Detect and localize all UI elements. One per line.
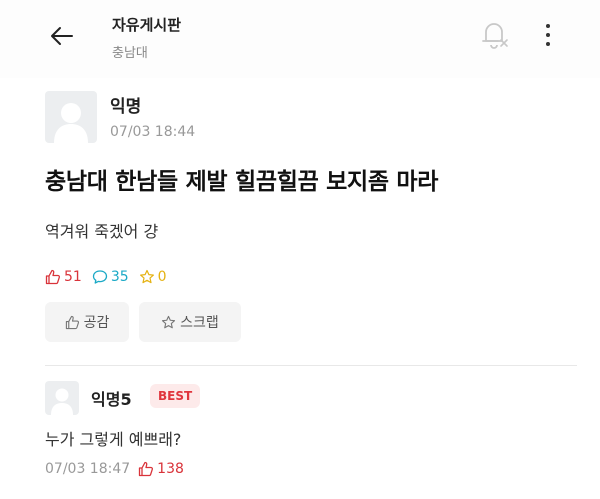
author-avatar xyxy=(45,91,97,143)
post-title: 충남대 한남들 제발 힐끔힐끔 보지좀 마라 xyxy=(45,169,439,195)
comment-meta: 07/03 18:47 138 xyxy=(45,458,184,480)
post-author: 익명 xyxy=(110,97,142,117)
app-header: 자유게시판 충남대 xyxy=(0,0,600,78)
post-body: 역겨워 죽겠어 걍 xyxy=(45,222,159,241)
scrap-button[interactable]: 스크랩 xyxy=(139,302,241,342)
post-timestamp: 07/03 18:44 xyxy=(110,124,196,140)
star-icon xyxy=(139,269,154,284)
board-school: 충남대 xyxy=(112,46,148,61)
comment-like-count: 138 xyxy=(138,461,184,477)
post-stats: 51 35 0 xyxy=(45,266,177,288)
star-icon xyxy=(162,315,176,328)
comment-timestamp: 07/03 18:47 xyxy=(45,461,131,477)
default-profile-icon xyxy=(51,388,73,415)
comment-author-avatar xyxy=(45,381,79,415)
like-count: 51 xyxy=(45,269,82,285)
notification-button[interactable] xyxy=(478,18,510,52)
back-button[interactable] xyxy=(44,22,80,50)
arrow-left-icon xyxy=(51,27,73,45)
bell-off-icon xyxy=(482,23,508,49)
thumbs-up-icon xyxy=(139,461,154,477)
speech-bubble-icon xyxy=(92,270,107,284)
like-count-value: 51 xyxy=(64,269,82,285)
section-divider xyxy=(45,365,577,366)
comment-author: 익명5 xyxy=(91,390,132,409)
default-profile-icon xyxy=(54,103,88,143)
board-title: 자유게시판 xyxy=(112,16,182,34)
thumbs-up-icon xyxy=(65,315,79,329)
like-button-label: 공감 xyxy=(83,315,110,331)
scrap-count: 0 xyxy=(139,269,167,285)
comment-count-value: 35 xyxy=(110,269,129,285)
scrap-button-label: 스크랩 xyxy=(180,315,219,331)
more-vertical-icon xyxy=(546,24,550,46)
thumbs-up-icon xyxy=(45,269,61,285)
like-button[interactable]: 공감 xyxy=(45,302,129,342)
more-button[interactable] xyxy=(536,20,560,50)
comment-like-value: 138 xyxy=(157,461,184,477)
scrap-count-value: 0 xyxy=(157,269,167,285)
best-badge: BEST xyxy=(150,384,201,408)
comment-count: 35 xyxy=(92,269,129,285)
comment-text: 누가 그렇게 예쁘래? xyxy=(45,430,182,449)
